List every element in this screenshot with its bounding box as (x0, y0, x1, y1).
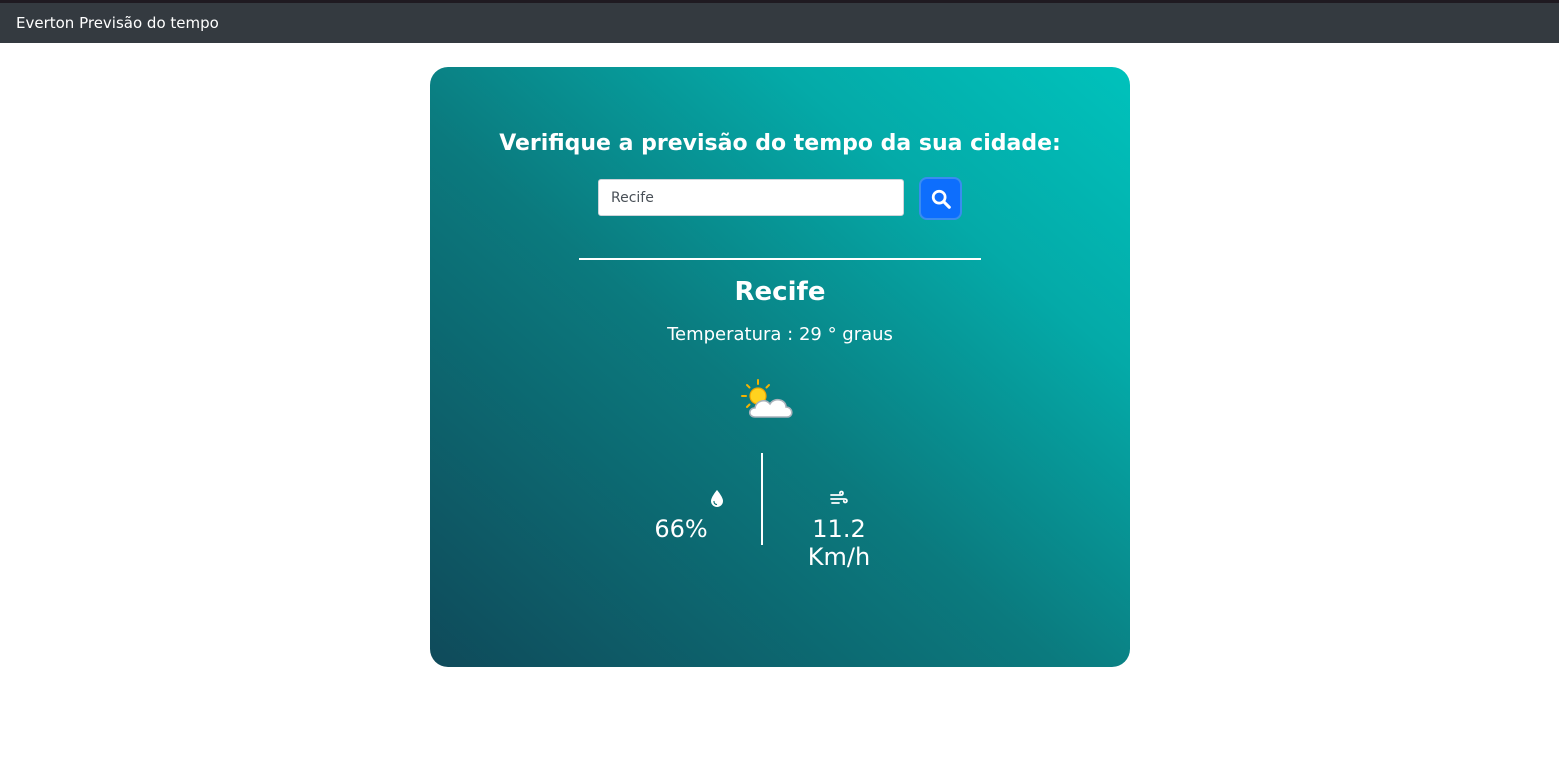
search-heading: Verifique a previsão do tempo da sua cid… (499, 131, 1061, 156)
partly-cloudy-icon (741, 379, 793, 418)
water-drop-icon (711, 490, 723, 507)
search-icon (931, 189, 951, 209)
wind-speed-value: 11.2 Km/h (807, 515, 871, 571)
humidity-value: 66% (654, 515, 708, 543)
section-divider (579, 258, 981, 260)
temperature-text: Temperatura : 29 ° graus (667, 324, 893, 345)
weather-card: Verifique a previsão do tempo da sua cid… (430, 67, 1130, 667)
wind-icon (830, 490, 848, 504)
stats-divider (761, 453, 763, 545)
city-name: Recife (734, 277, 826, 307)
search-button[interactable] (919, 177, 962, 220)
navbar: Everton Previsão do tempo (0, 3, 1559, 43)
navbar-brand[interactable]: Everton Previsão do tempo (16, 14, 219, 32)
city-search-input[interactable] (598, 179, 904, 216)
